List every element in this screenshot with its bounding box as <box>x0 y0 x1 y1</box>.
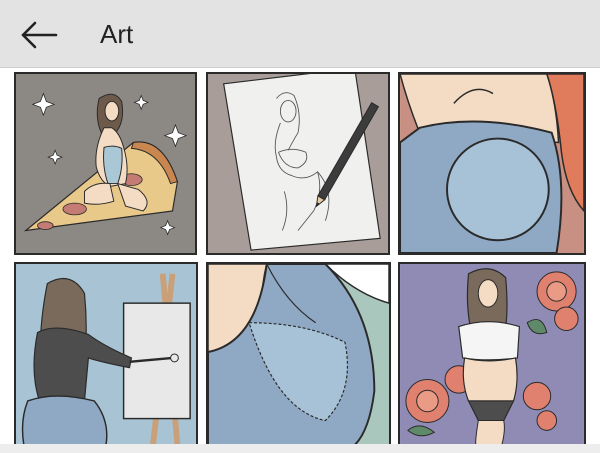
art-gallery-grid <box>0 68 600 453</box>
girl-with-roses-illustration <box>400 264 584 445</box>
app-bar: Art <box>0 0 600 68</box>
back-button[interactable] <box>14 14 64 56</box>
tile-girl-painting-easel[interactable] <box>14 262 198 447</box>
sketch-with-pencil-illustration <box>208 74 388 253</box>
tile-girl-on-pizza[interactable] <box>14 72 197 255</box>
arrow-left-icon <box>21 21 58 49</box>
bottom-strip <box>0 444 600 453</box>
jeans-closeup-illustration <box>400 74 584 253</box>
girl-painting-illustration <box>16 264 196 445</box>
tile-jeans-pocket-green[interactable] <box>206 262 391 447</box>
jeans-pocket-illustration <box>208 264 389 445</box>
tile-sketch-with-pencil[interactable] <box>206 72 390 255</box>
girl-on-pizza-illustration <box>16 74 195 253</box>
tile-girl-with-roses[interactable] <box>398 262 586 447</box>
tile-jeans-closeup-orange[interactable] <box>398 72 586 255</box>
page-title: Art <box>100 19 134 49</box>
